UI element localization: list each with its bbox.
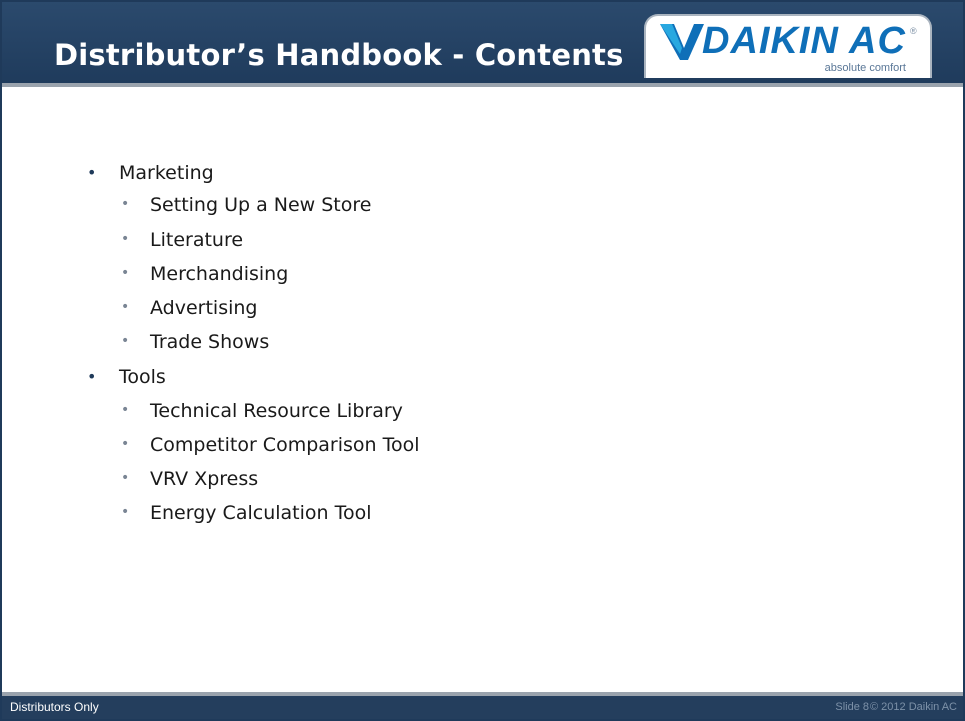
logo-brand-text: DAIKIN AC (702, 20, 906, 62)
outline-item: • Tools (87, 366, 166, 388)
outline-item-label: Competitor Comparison Tool (150, 434, 420, 456)
outline-item-label: VRV Xpress (150, 468, 259, 490)
footer-copyright: © 2012 Daikin AC (870, 701, 957, 713)
slide-title: Distributor’s Handbook - Contents (54, 38, 624, 72)
outline-item: • Marketing (87, 162, 214, 184)
bullet-icon: • (121, 436, 130, 452)
slide-number: Slide 8 (835, 701, 869, 713)
outline-item-label: Trade Shows (150, 331, 270, 353)
bullet-icon: • (121, 504, 130, 520)
outline-item: • Technical Resource Library (121, 400, 403, 422)
slide-header: Distributor’s Handbook - Contents DAIKIN… (2, 2, 963, 87)
footer-confidentiality-label: Distributors Only (10, 700, 99, 714)
outline-item-label: Merchandising (150, 263, 289, 285)
daikin-logo: DAIKIN AC ® absolute comfort (644, 14, 932, 78)
outline-item-label: Setting Up a New Store (150, 194, 372, 216)
outline-item: • VRV Xpress (121, 468, 259, 490)
outline-item: • Advertising (121, 297, 258, 319)
bullet-icon: • (121, 402, 130, 418)
bullet-icon: • (121, 265, 130, 281)
outline-item-label: Marketing (119, 162, 214, 184)
outline-item-label: Tools (119, 366, 166, 388)
logo-registered-mark: ® (910, 26, 917, 36)
bullet-icon: • (87, 367, 97, 386)
bullet-icon: • (87, 163, 97, 182)
bullet-icon: • (121, 196, 130, 212)
bullet-icon: • (121, 299, 130, 315)
bullet-icon: • (121, 231, 130, 247)
bullet-icon: • (121, 470, 130, 486)
outline-item: • Energy Calculation Tool (121, 502, 372, 524)
outline-item-label: Literature (150, 229, 244, 251)
outline-item: • Merchandising (121, 263, 289, 285)
outline-item: • Competitor Comparison Tool (121, 434, 420, 456)
daikin-logo-mark-icon (660, 24, 704, 60)
outline-item: • Setting Up a New Store (121, 194, 372, 216)
outline-item-label: Advertising (150, 297, 258, 319)
slide-footer: Distributors Only Slide 8 © 2012 Daikin … (2, 692, 963, 719)
outline-item-label: Technical Resource Library (150, 400, 403, 422)
outline-item: • Trade Shows (121, 331, 270, 353)
bullet-icon: • (121, 333, 130, 349)
logo-tagline: absolute comfort (824, 62, 906, 74)
outline-item: • Literature (121, 229, 244, 251)
slide: Distributor’s Handbook - Contents DAIKIN… (0, 0, 965, 721)
outline-item-label: Energy Calculation Tool (150, 502, 372, 524)
